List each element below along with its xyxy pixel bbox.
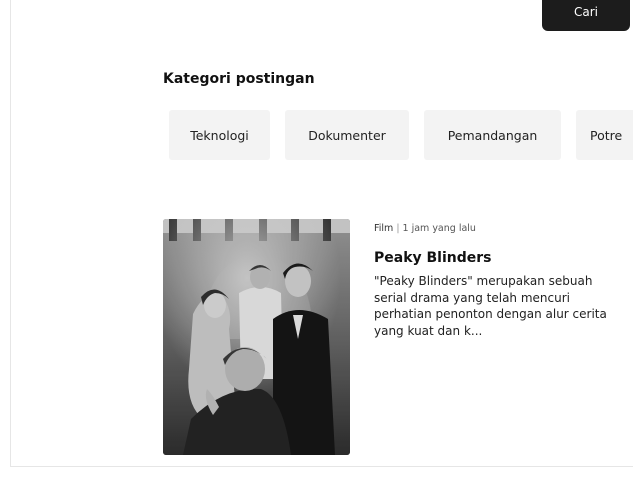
photo-illustration [163, 219, 350, 455]
category-chip-potret[interactable]: Potre [576, 110, 633, 160]
post-category[interactable]: Film [374, 223, 393, 234]
category-chip-pemandangan[interactable]: Pemandangan [424, 110, 561, 160]
category-chip-teknologi[interactable]: Teknologi [169, 110, 270, 160]
search-button[interactable]: Cari [542, 0, 630, 31]
post-title[interactable]: Peaky Blinders [374, 250, 492, 266]
post-thumbnail[interactable] [163, 219, 350, 455]
page: Cari Kategori postingan Teknologi Dokume… [0, 0, 633, 489]
meta-separator: | [396, 223, 400, 234]
post-card[interactable]: Film | 1 jam yang lalu Peaky Blinders "Pea… [163, 219, 623, 455]
post-excerpt: "Peaky Blinders" merupakan sebuah serial… [374, 274, 607, 338]
post-meta: Film | 1 jam yang lalu [374, 223, 476, 234]
category-chip-row: Teknologi Dokumenter Pemandangan Potre [169, 110, 633, 160]
post-timestamp: 1 jam yang lalu [402, 223, 476, 234]
divider-left [10, 0, 11, 466]
section-title-categories: Kategori postingan [163, 71, 315, 87]
category-chip-dokumenter[interactable]: Dokumenter [285, 110, 409, 160]
divider-bottom [10, 466, 633, 467]
